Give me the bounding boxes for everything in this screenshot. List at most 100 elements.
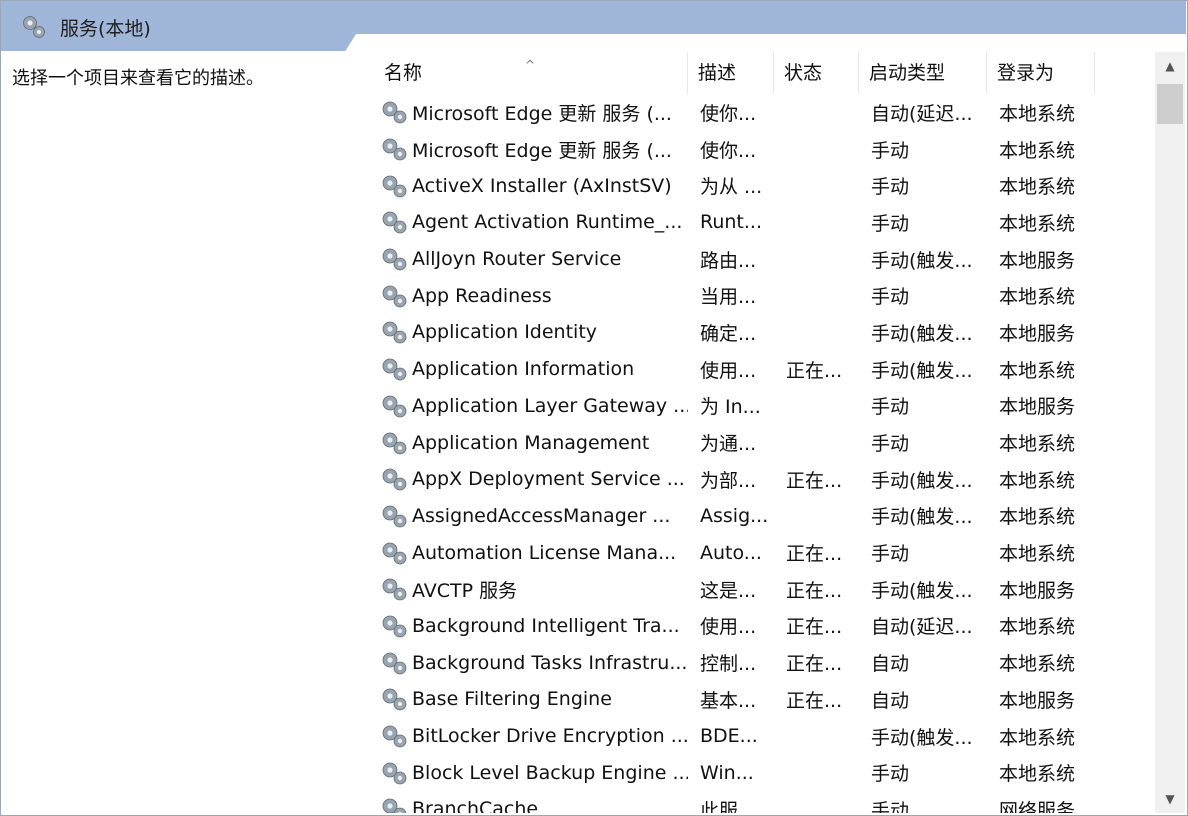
service-name: AllJoyn Router Service [412,248,622,271]
service-name-cell: AppX Deployment Service ... [374,465,688,493]
description-pane: 选择一个项目来查看它的描述。 [1,52,358,813]
service-description: 使用... [700,616,757,639]
service-row[interactable]: Application Management 为通... 手动 本地系统 [374,424,1154,461]
service-row[interactable]: Background Intelligent Tra... 使用... 正在... 自… [374,608,1154,645]
column-header-description[interactable]: 描述 [688,52,774,94]
services-list[interactable]: ^ 名称 描述 状态 启动类型 登录为 Microsoft Edge 更新 服务… [374,52,1154,813]
service-startup-type: 手动 [871,763,910,786]
scroll-down-arrow-icon[interactable]: ▼ [1155,785,1185,813]
service-name: Background Tasks Infrastru... [412,651,688,674]
service-row[interactable]: ActiveX Installer (AxInstSV) 为从 ... 手动 本地系统 [374,167,1154,204]
service-startup-type: 手动 [871,543,910,566]
column-header-log-on-as-label: 登录为 [997,62,1055,84]
service-log-on-as: 本地系统 [999,653,1076,676]
service-status: 正在... [786,359,843,382]
service-log-on-as: 本地服务 [999,249,1076,272]
service-name-cell: Background Tasks Infrastru... [374,649,688,677]
service-row[interactable]: AppX Deployment Service ... 为部... 正在... 手动(… [374,461,1154,498]
service-row[interactable]: Microsoft Edge 更新 服务 (... 使你... 自动(延迟... 本地… [374,94,1154,131]
service-description: BDE... [700,725,758,748]
scroll-up-arrow-icon[interactable]: ▲ [1155,52,1185,80]
service-name: BitLocker Drive Encryption ... [412,725,688,748]
column-header-row: ^ 名称 描述 状态 启动类型 登录为 [374,52,1154,94]
service-rows: Microsoft Edge 更新 服务 (... 使你... 自动(延迟... 本地… [374,94,1154,813]
service-startup-type: 手动(触发... [871,359,973,382]
service-gear-icon [380,685,408,713]
column-header-startup-type[interactable]: 启动类型 [859,52,987,94]
service-row[interactable]: Block Level Backup Engine ... Win... 手动 本地系… [374,754,1154,791]
scrollbar-thumb[interactable] [1157,84,1183,124]
service-row[interactable]: BitLocker Drive Encryption ... BDE... 手动(触… [374,718,1154,755]
service-status: 正在... [786,469,843,492]
service-gear-icon [380,539,408,567]
service-startup-type: 手动(触发... [871,726,973,749]
service-log-on-as: 本地服务 [999,396,1076,419]
service-description: 使你... [700,139,757,162]
service-startup-type: 手动(触发... [871,469,973,492]
service-name-cell: AllJoyn Router Service [374,245,688,273]
service-row[interactable]: AllJoyn Router Service 路由... 手动(触发... 本地服务 [374,241,1154,278]
service-row[interactable]: Application Identity 确定... 手动(触发... 本地服务 [374,314,1154,351]
service-name: BranchCache [412,798,539,813]
service-description: Win... [700,761,754,784]
vertical-scrollbar[interactable]: ▲ ▼ [1155,52,1185,813]
service-name-cell: BranchCache [374,795,688,813]
service-row[interactable]: App Readiness 当用... 手动 本地系统 [374,277,1154,314]
service-row[interactable]: Microsoft Edge 更新 服务 (... 使你... 手动 本地系统 [374,131,1154,168]
service-log-on-as: 本地系统 [999,139,1076,162]
service-gear-icon [380,612,408,640]
service-description: 为从 ... [700,176,763,199]
service-log-on-as: 本地系统 [999,506,1076,529]
service-log-on-as: 本地系统 [999,212,1076,235]
service-name-cell: Application Layer Gateway ... [374,392,688,420]
column-header-status-label: 状态 [784,62,823,84]
service-startup-type: 自动 [871,653,910,676]
service-gear-icon [380,208,408,236]
service-description: 使你... [700,102,757,125]
service-description: 为通... [700,433,757,456]
service-gear-icon [380,282,408,310]
service-row[interactable]: Application Information 使用... 正在... 手动(触发..… [374,351,1154,388]
service-name: AVCTP 服务 [412,579,518,602]
service-startup-type: 手动 [871,396,910,419]
service-description: 控制... [700,653,757,676]
service-description: 这是... [700,579,757,602]
service-description: Assig... [700,504,769,527]
sort-ascending-icon: ^ [525,58,536,72]
service-gear-icon [380,98,408,126]
description-hint: 选择一个项目来查看它的描述。 [12,68,264,89]
service-row[interactable]: Base Filtering Engine 基本... 正在... 自动 本地服务 [374,681,1154,718]
service-row[interactable]: Automation License Mana... Auto... 正在... 手动… [374,534,1154,571]
service-startup-type: 手动 [871,176,910,199]
service-startup-type: 手动(触发... [871,579,973,602]
column-header-name[interactable]: ^ 名称 [374,52,688,94]
service-name: AssignedAccessManager ... [412,504,671,527]
column-header-log-on-as[interactable]: 登录为 [987,52,1095,94]
service-log-on-as: 本地服务 [999,579,1076,602]
service-startup-type: 手动(触发... [871,506,973,529]
service-log-on-as: 网络服务 [999,799,1076,813]
service-status: 正在... [786,653,843,676]
service-name-cell: AVCTP 服务 [374,575,688,603]
service-gear-icon [380,722,408,750]
service-row[interactable]: Application Layer Gateway ... 为 In... 手动 本地… [374,388,1154,425]
service-row[interactable]: AssignedAccessManager ... Assig... 手动(触发..… [374,498,1154,535]
service-description: Auto... [700,541,762,564]
column-header-description-label: 描述 [698,62,737,84]
service-row[interactable]: Agent Activation Runtime_... Runt... 手动 本地系… [374,204,1154,241]
service-name: Agent Activation Runtime_... [412,211,683,234]
service-startup-type: 手动 [871,286,910,309]
column-header-status[interactable]: 状态 [774,52,859,94]
service-row[interactable]: Background Tasks Infrastru... 控制... 正在... 自… [374,644,1154,681]
service-name: Base Filtering Engine [412,688,612,711]
service-status: 正在... [786,616,843,639]
service-row[interactable]: BranchCache 此服... 手动 网络服务 [374,791,1154,813]
service-row[interactable]: AVCTP 服务 这是... 正在... 手动(触发... 本地服务 [374,571,1154,608]
service-startup-type: 手动(触发... [871,249,973,272]
service-gear-icon [380,575,408,603]
service-name-cell: ActiveX Installer (AxInstSV) [374,172,688,200]
service-startup-type: 手动 [871,212,910,235]
service-description: 为部... [700,469,757,492]
service-name-cell: Application Identity [374,318,688,346]
service-description: 当用... [700,286,757,309]
